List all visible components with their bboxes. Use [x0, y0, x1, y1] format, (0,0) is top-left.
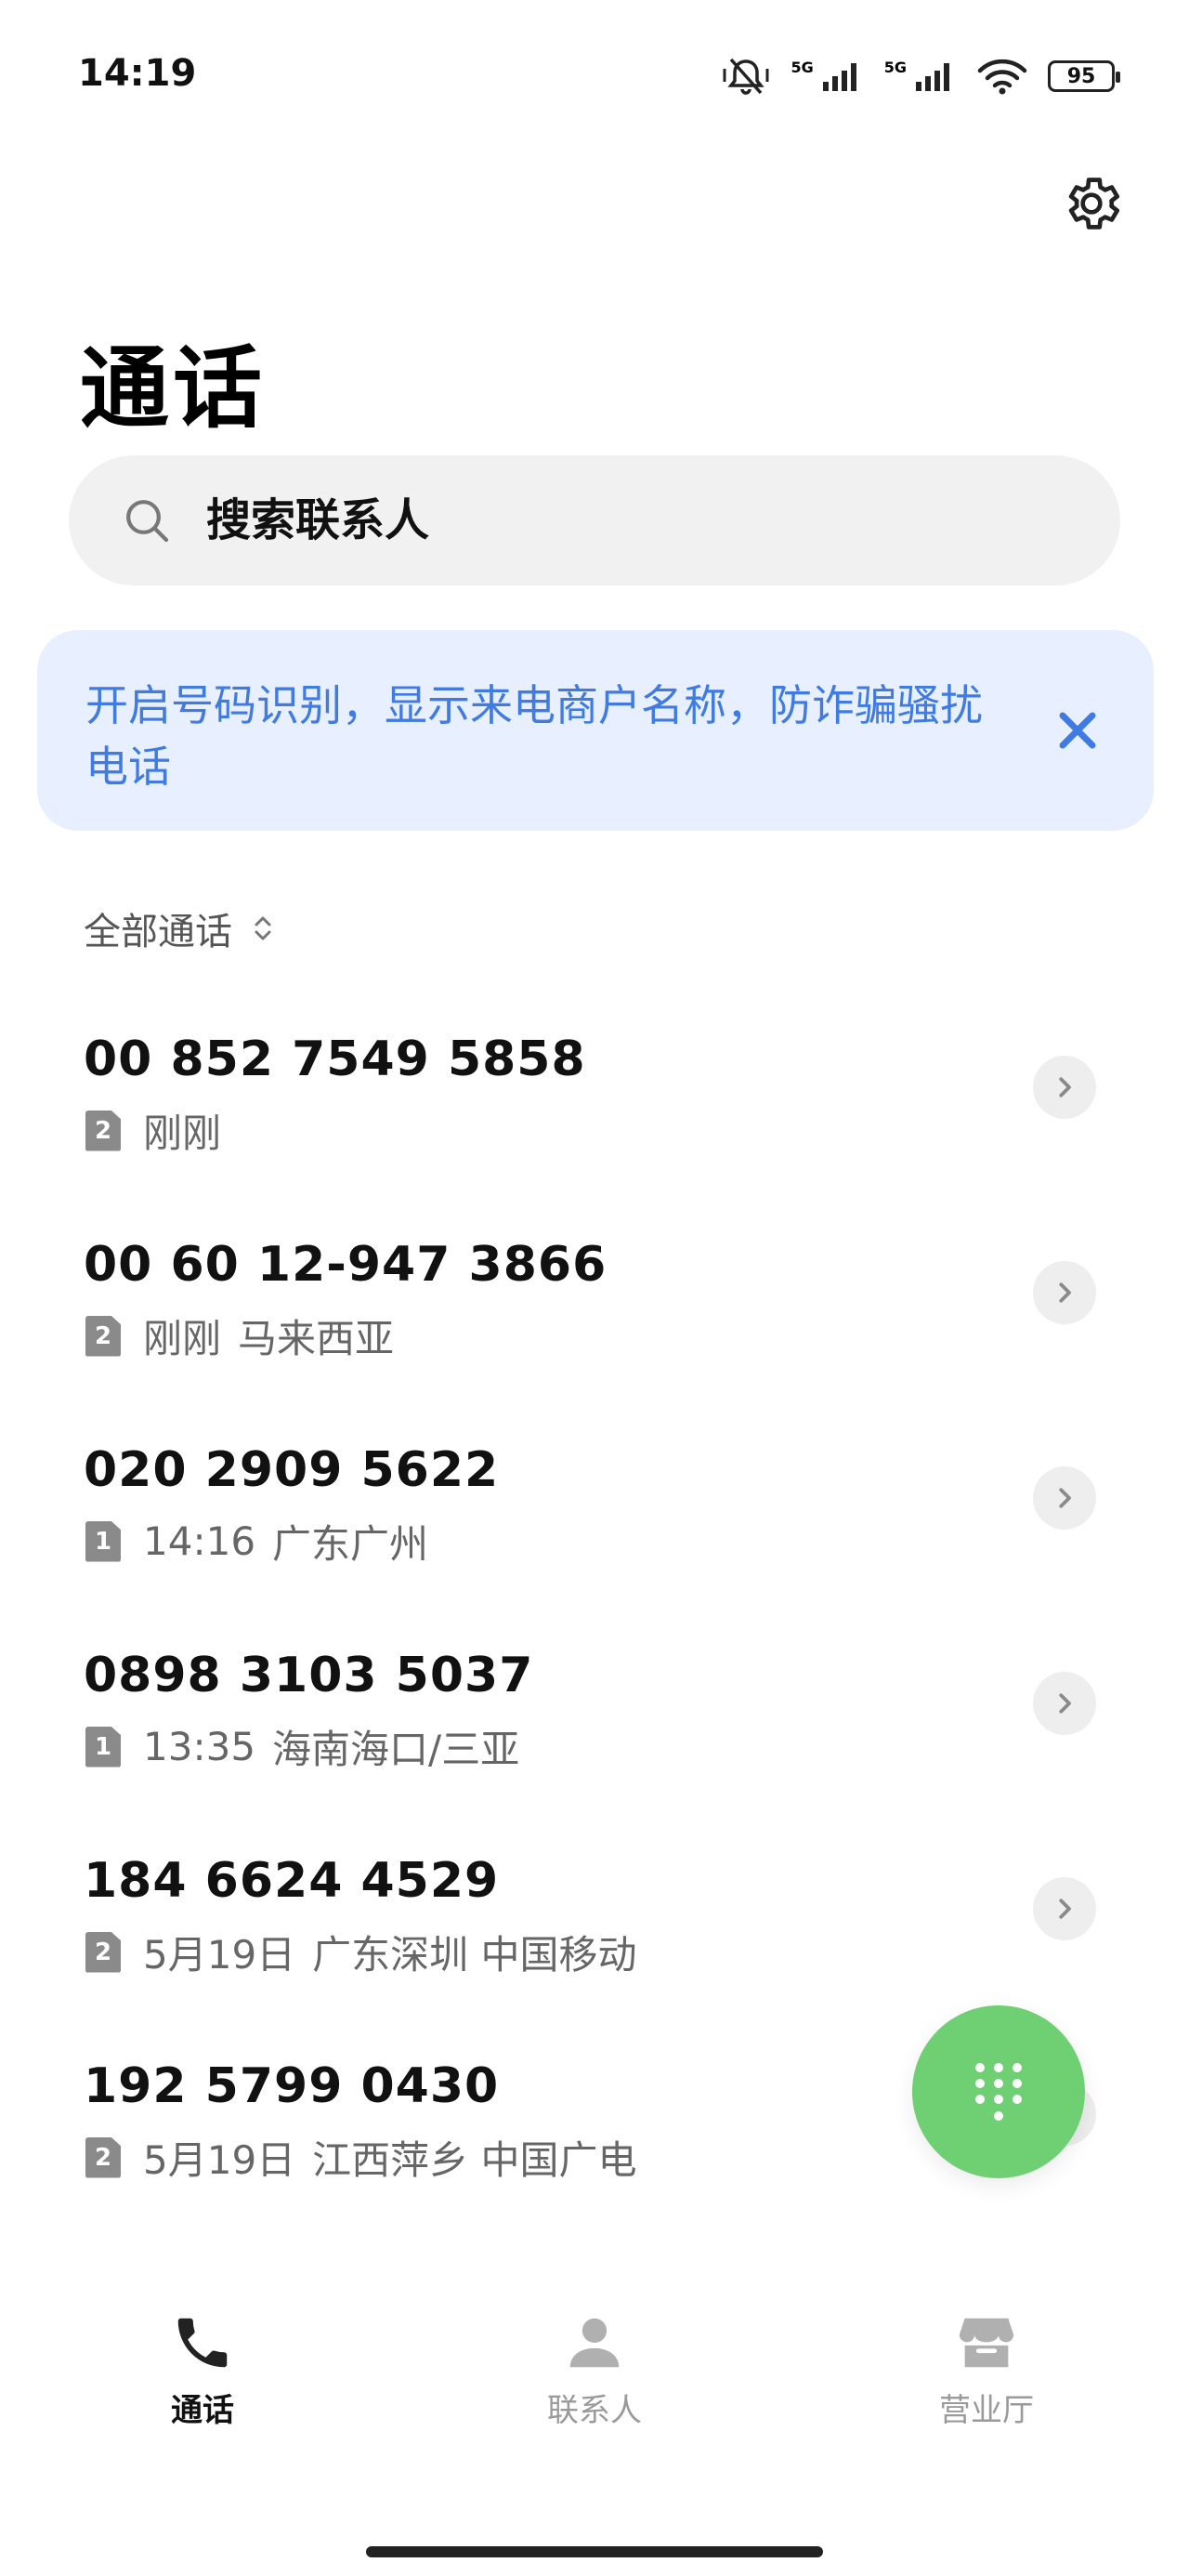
phone-icon — [177, 2318, 228, 2368]
call-number: 184 6624 4529 — [84, 1853, 500, 1909]
close-icon[interactable] — [1048, 701, 1107, 760]
call-meta: 2 刚刚 马来西亚 — [85, 1308, 394, 1364]
filter-label: 全部通话 — [84, 911, 232, 953]
dialpad-button[interactable] — [912, 2005, 1085, 2178]
home-indicator[interactable] — [366, 2546, 823, 2557]
battery-indicator: 95 — [1048, 60, 1120, 92]
network-type-2: 5G — [883, 58, 907, 76]
call-meta: 1 13:35 海南海口/三亚 — [85, 1718, 519, 1775]
call-time: 14:16 — [143, 1518, 256, 1564]
network-type-1: 5G — [790, 58, 814, 76]
call-location: 广东深圳 中国移动 — [312, 1932, 637, 1978]
call-meta: 2 刚刚 — [85, 1102, 238, 1159]
page-title: 通话 — [80, 336, 266, 440]
sim-card-icon: 2 — [85, 2136, 121, 2178]
call-detail-button[interactable] — [1033, 1056, 1096, 1119]
call-log-row[interactable]: 00 852 7549 5858 2 刚刚 — [0, 987, 1189, 1192]
tab-store[interactable]: 营业厅 — [894, 2310, 1079, 2430]
chevron-right-icon — [1059, 1693, 1071, 1714]
call-time: 5月19日 — [143, 1932, 296, 1978]
call-log-row[interactable]: 184 6624 4529 2 5月19日 广东深圳 中国移动 — [0, 1808, 1189, 2014]
call-detail-button[interactable] — [1033, 1261, 1096, 1324]
call-number: 020 2909 5622 — [84, 1442, 500, 1498]
call-meta: 1 14:16 广东广州 — [85, 1513, 428, 1570]
chevron-right-icon — [1059, 1282, 1071, 1303]
person-icon — [569, 2318, 620, 2368]
call-log-row[interactable]: 00 60 12-947 3866 2 刚刚 马来西亚 — [0, 1192, 1189, 1398]
tab-label: 联系人 — [547, 2392, 642, 2429]
call-detail-button[interactable] — [1033, 1466, 1096, 1530]
call-number: 00 60 12-947 3866 — [84, 1237, 608, 1293]
status-icons: 5G 5G 95 — [722, 56, 1120, 97]
call-time: 13:35 — [143, 1724, 256, 1769]
chevron-right-icon — [1059, 1488, 1071, 1508]
call-filter-dropdown[interactable]: 全部通话 — [84, 901, 275, 955]
sim-card-icon: 2 — [85, 1110, 121, 1151]
mute-vibrate-icon — [723, 58, 769, 95]
call-detail-button[interactable] — [1033, 1877, 1096, 1940]
call-log-row[interactable]: 0898 3103 5037 1 13:35 海南海口/三亚 — [0, 1603, 1189, 1808]
chevron-right-icon — [1059, 1077, 1071, 1097]
search-icon — [126, 500, 169, 543]
search-bar[interactable] — [69, 455, 1120, 585]
status-bar: 14:19 5G 5G 95 — [0, 0, 1189, 139]
call-time: 刚刚 — [143, 1111, 222, 1156]
call-number: 00 852 7549 5858 — [84, 1032, 586, 1087]
signal-icon — [822, 63, 856, 91]
banner-text: 开启号码识别，显示来电商户名称，防诈骗骚扰电话 — [85, 680, 983, 792]
sim-card-icon: 2 — [85, 1931, 121, 1973]
call-location: 马来西亚 — [238, 1316, 395, 1361]
store-icon — [959, 2318, 1014, 2368]
tab-label: 通话 — [171, 2392, 234, 2429]
call-location: 海南海口/三亚 — [272, 1727, 520, 1772]
settings-gear-icon[interactable] — [1059, 171, 1124, 236]
battery-level: 95 — [1066, 64, 1096, 88]
chevron-right-icon — [1059, 1899, 1071, 1919]
call-number: 192 5799 0430 — [84, 2058, 500, 2114]
call-detail-button[interactable] — [1033, 1672, 1096, 1735]
bottom-tab-bar: 通话 联系人 营业厅 — [0, 2277, 1189, 2576]
call-number: 0898 3103 5037 — [84, 1648, 534, 1703]
call-time: 5月19日 — [143, 2137, 296, 2183]
tab-contacts[interactable]: 联系人 — [502, 2310, 687, 2430]
sim-card-icon: 1 — [85, 1520, 121, 1562]
search-input[interactable] — [206, 494, 1042, 546]
call-meta: 2 5月19日 广东深圳 中国移动 — [85, 1924, 637, 1980]
signal-icon — [916, 63, 949, 91]
call-time: 刚刚 — [143, 1316, 222, 1361]
sim-card-icon: 1 — [85, 1726, 121, 1768]
call-meta: 2 5月19日 江西萍乡 中国广电 — [85, 2129, 637, 2186]
tab-calls[interactable]: 通话 — [110, 2310, 295, 2430]
wifi-icon — [977, 59, 1027, 95]
call-location: 江西萍乡 中国广电 — [312, 2137, 637, 2183]
sort-chevrons-icon — [255, 916, 271, 940]
number-recognition-banner[interactable]: 开启号码识别，显示来电商户名称，防诈骗骚扰电话 — [37, 630, 1154, 831]
status-time: 14:19 — [78, 52, 197, 95]
sim-card-icon: 2 — [85, 1315, 121, 1357]
call-log-row[interactable]: 020 2909 5622 1 14:16 广东广州 — [0, 1398, 1189, 1603]
tab-label: 营业厅 — [939, 2392, 1034, 2429]
call-location: 广东广州 — [272, 1521, 429, 1567]
dialpad-icon — [975, 2063, 1022, 2121]
